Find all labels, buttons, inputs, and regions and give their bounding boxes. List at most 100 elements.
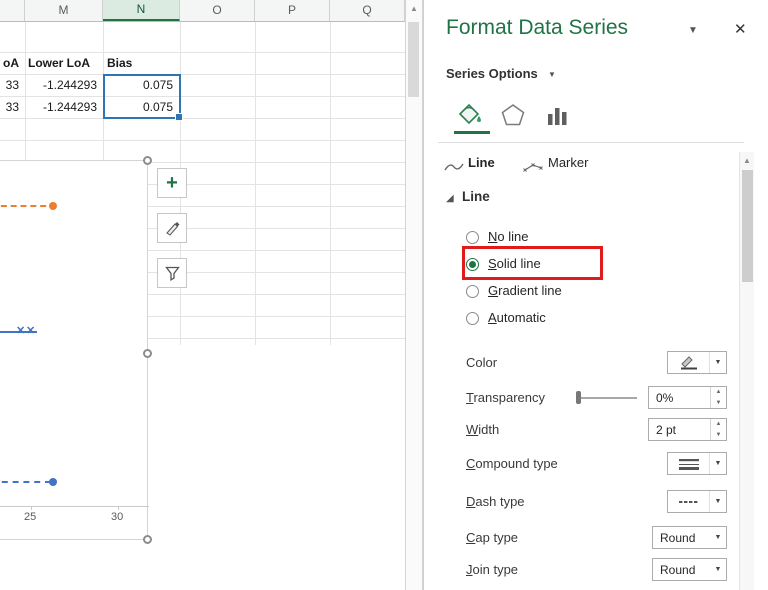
- series-lower-loa-line[interactable]: [0, 481, 51, 483]
- column-header-m[interactable]: M: [25, 0, 103, 21]
- chevron-down-icon: ▼: [710, 453, 726, 474]
- pane-vertical-scrollbar[interactable]: ▲: [739, 152, 754, 590]
- transparency-slider-track[interactable]: [579, 397, 637, 399]
- pane-title-dropdown-icon[interactable]: ▼: [688, 25, 698, 36]
- series-upper-loa-marker[interactable]: [49, 202, 57, 210]
- x-tick-label-25: 25: [24, 511, 36, 523]
- selected-cell-range[interactable]: [103, 74, 181, 119]
- cell-partial-row2[interactable]: 33: [0, 96, 19, 118]
- series-bias-marker-1[interactable]: ✕: [16, 324, 25, 337]
- series-lower-loa-marker[interactable]: [49, 478, 57, 486]
- worksheet[interactable]: M N O P Q oA Lower LoA Bias 33 -1.244293…: [0, 0, 405, 590]
- scroll-up-arrow-icon[interactable]: ▲: [740, 152, 754, 169]
- cell-lower-loa-row1[interactable]: -1.244293: [25, 74, 97, 96]
- scrollbar-thumb[interactable]: [408, 22, 419, 97]
- column-header-row: M N O P Q: [0, 0, 405, 22]
- cap-type-label: Cap type: [466, 530, 518, 545]
- gridline: [0, 118, 405, 119]
- column-header-o[interactable]: O: [180, 0, 255, 21]
- join-type-dropdown[interactable]: Round ▼: [652, 558, 727, 581]
- chart[interactable]: ✕ ✕ 25 30: [0, 160, 148, 540]
- column-header-partial[interactable]: [0, 0, 25, 21]
- scroll-up-arrow-icon[interactable]: ▲: [406, 0, 422, 17]
- chart-resize-handle-top-right[interactable]: [143, 156, 152, 165]
- compound-type-label: Compound type: [466, 456, 558, 471]
- chevron-down-icon: ▼: [710, 559, 726, 580]
- cell-header-partial[interactable]: oA: [0, 52, 19, 74]
- fill-handle[interactable]: [175, 113, 183, 121]
- series-options-label: Series Options: [446, 66, 538, 81]
- join-type-label: Join type: [466, 562, 518, 577]
- transparency-value[interactable]: 0%: [649, 387, 710, 408]
- marker-tab-icon: [522, 160, 544, 178]
- compound-lines-icon: [668, 453, 710, 474]
- radio-gradient-line[interactable]: [466, 285, 479, 298]
- sheet-vertical-scrollbar[interactable]: ▲: [405, 0, 423, 590]
- radio-automatic-label[interactable]: Automatic: [488, 310, 546, 325]
- format-data-series-pane: Format Data Series ▼ ✕ Series Options ▼: [423, 0, 768, 590]
- chart-elements-button[interactable]: +: [157, 168, 187, 198]
- chevron-down-icon: ▼: [710, 352, 726, 373]
- radio-solid-line-label[interactable]: Solid line: [488, 256, 541, 271]
- bar-chart-icon: [544, 102, 570, 128]
- chart-resize-handle-right[interactable]: [143, 349, 152, 358]
- dash-type-dropdown[interactable]: ▼: [667, 490, 727, 513]
- series-options-tab[interactable]: [540, 98, 574, 132]
- chevron-down-icon: ▼: [710, 491, 726, 512]
- cell-partial-row1[interactable]: 33: [0, 74, 19, 96]
- spinner-arrows-icon[interactable]: ▲▼: [710, 419, 726, 440]
- pane-title: Format Data Series: [446, 16, 628, 40]
- transparency-slider-thumb[interactable]: [576, 391, 581, 404]
- gridline: [0, 140, 405, 141]
- x-tick-mark: [31, 506, 32, 510]
- line-color-button[interactable]: ▼: [667, 351, 727, 374]
- dash-type-label: Dash type: [466, 494, 525, 509]
- column-header-p[interactable]: P: [255, 0, 330, 21]
- x-tick-label-30: 30: [111, 511, 123, 523]
- brush-icon: [164, 220, 180, 236]
- cell-header-bias[interactable]: Bias: [107, 52, 132, 74]
- transparency-spinner[interactable]: 0% ▲▼: [648, 386, 727, 409]
- column-header-n[interactable]: N: [103, 0, 180, 21]
- cell-header-lower-loa[interactable]: Lower LoA: [28, 52, 90, 74]
- chart-x-axis: [0, 506, 149, 507]
- series-upper-loa-line[interactable]: [0, 205, 56, 207]
- compound-type-dropdown[interactable]: ▼: [667, 452, 727, 475]
- line-color-icon: [668, 352, 710, 373]
- effects-tab[interactable]: [496, 98, 530, 132]
- tab-line[interactable]: Line: [468, 155, 495, 170]
- pane-close-icon[interactable]: ✕: [734, 20, 747, 38]
- tab-marker[interactable]: Marker: [548, 155, 588, 170]
- chart-styles-button[interactable]: [157, 213, 187, 243]
- radio-solid-line[interactable]: [466, 258, 479, 271]
- filter-icon: [164, 265, 181, 281]
- gridline: [330, 21, 331, 345]
- cap-type-dropdown[interactable]: Round ▼: [652, 526, 727, 549]
- width-spinner[interactable]: 2 pt ▲▼: [648, 418, 727, 441]
- width-value[interactable]: 2 pt: [649, 419, 710, 440]
- collapse-triangle-icon[interactable]: ◢: [446, 193, 454, 204]
- x-tick-mark: [118, 506, 119, 510]
- plus-icon: +: [166, 173, 178, 193]
- line-section-header[interactable]: Line: [462, 189, 490, 204]
- series-options-dropdown-icon[interactable]: ▼: [548, 70, 556, 79]
- radio-no-line[interactable]: [466, 231, 479, 244]
- transparency-label: Transparency: [466, 390, 545, 405]
- radio-gradient-line-label[interactable]: Gradient line: [488, 283, 562, 298]
- spinner-arrows-icon[interactable]: ▲▼: [710, 387, 726, 408]
- radio-no-line-label[interactable]: No line: [488, 229, 528, 244]
- scrollbar-thumb[interactable]: [742, 170, 753, 282]
- color-label: Color: [466, 355, 497, 370]
- gridline: [255, 21, 256, 345]
- divider: [438, 142, 744, 143]
- fill-line-tab[interactable]: [452, 98, 486, 132]
- radio-automatic[interactable]: [466, 312, 479, 325]
- chart-resize-handle-bottom-right[interactable]: [143, 535, 152, 544]
- pentagon-icon: [500, 102, 526, 128]
- selected-tab-indicator: [454, 131, 490, 134]
- column-header-q[interactable]: Q: [330, 0, 405, 21]
- cap-type-value: Round: [653, 527, 710, 548]
- series-bias-marker-2[interactable]: ✕: [26, 324, 35, 337]
- chart-filters-button[interactable]: [157, 258, 187, 288]
- cell-lower-loa-row2[interactable]: -1.244293: [25, 96, 97, 118]
